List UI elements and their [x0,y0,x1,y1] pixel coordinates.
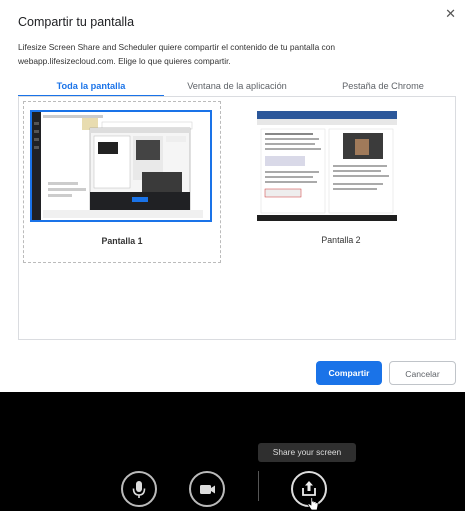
dialog-description: Lifesize Screen Share and Scheduler quie… [18,42,336,66]
tab-entire-screen[interactable]: Toda la pantalla [18,77,164,95]
video-camera-icon [200,485,215,494]
dialog-title: Compartir tu pantalla [18,15,135,29]
microphone-icon [132,481,146,498]
control-divider [258,471,259,501]
screen-2-thumbnail [257,111,397,221]
screen-2-preview [257,111,397,221]
screen-1-thumbnail [30,110,212,222]
source-screen-1[interactable]: Pantalla 1 [23,101,221,263]
cancel-button[interactable]: Cancelar [389,361,456,385]
camera-button[interactable] [189,471,225,507]
tab-chrome-tab[interactable]: Pestaña de Chrome [310,77,456,95]
source-tabs: Toda la pantalla Ventana de la aplicació… [18,77,456,97]
screen-1-preview [32,112,210,220]
screen-2-label: Pantalla 2 [321,235,361,245]
share-screen-dialog: Compartir tu pantalla ✕ Lifesize Screen … [0,0,465,392]
tab-application-window[interactable]: Ventana de la aplicación [164,77,310,95]
share-button[interactable]: Compartir [316,361,382,385]
close-icon[interactable]: ✕ [445,6,456,22]
microphone-button[interactable] [121,471,157,507]
hand-cursor-icon [307,497,319,511]
source-screen-2[interactable]: Pantalla 2 [243,101,439,261]
sources-panel: Pantalla 1 Pantalla 2 [18,97,456,340]
screen-1-label: Pantalla 1 [101,236,143,246]
call-control-bar [0,392,465,511]
share-screen-tooltip: Share your screen [258,443,356,462]
